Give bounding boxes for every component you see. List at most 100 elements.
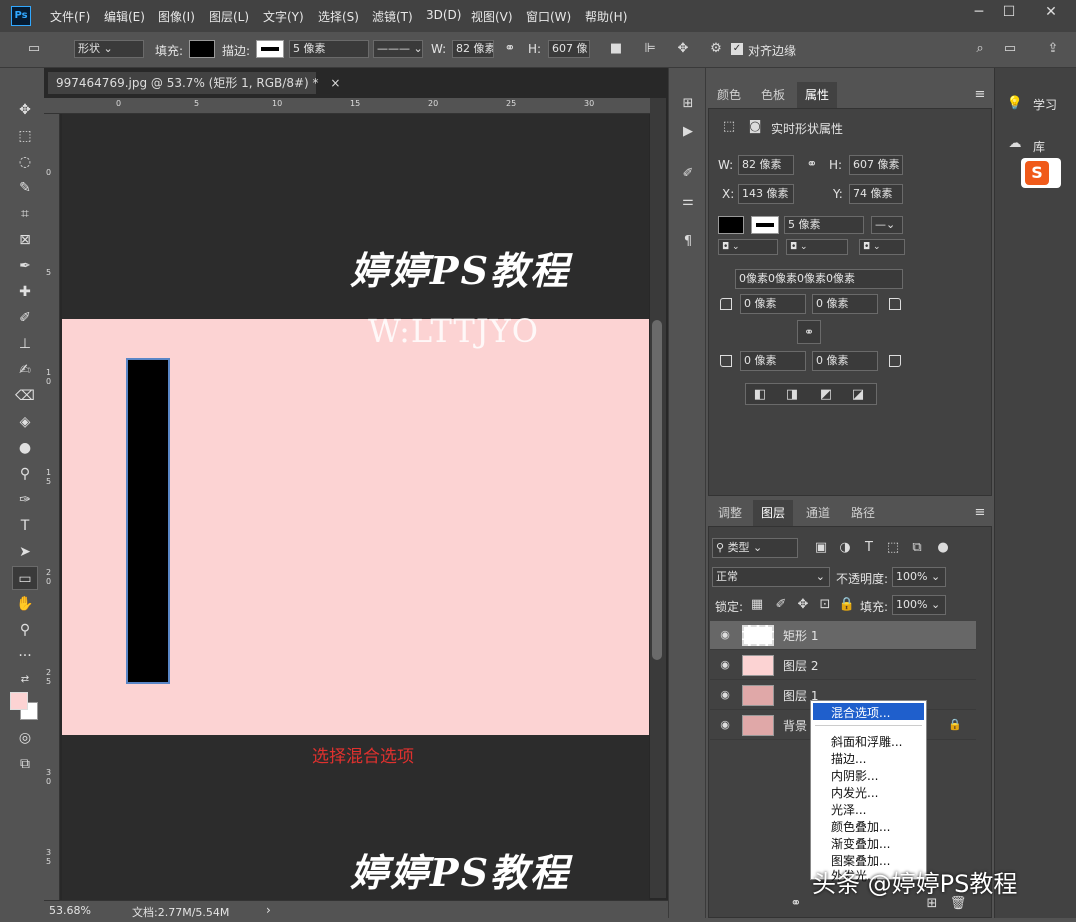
- history-brush-tool-icon[interactable]: ✍: [12, 358, 38, 382]
- share-icon[interactable]: ⇪: [1043, 39, 1063, 59]
- menu-3d[interactable]: 3D(D): [426, 8, 461, 22]
- tab-channels[interactable]: 通道: [798, 500, 838, 526]
- fill-input[interactable]: 100% ⌄: [892, 595, 946, 615]
- prop-stroke-type-select[interactable]: —⌄: [871, 216, 903, 234]
- learn-label[interactable]: 学习: [1033, 96, 1057, 113]
- lock-all-icon[interactable]: 🔒: [837, 595, 857, 615]
- dodge-tool-icon[interactable]: ⚲: [12, 462, 38, 486]
- align-edges-checkbox[interactable]: ✓: [731, 43, 743, 55]
- marquee-tool-icon[interactable]: ⬚: [12, 124, 38, 148]
- filter-type-icon[interactable]: T: [859, 538, 879, 558]
- healing-tool-icon[interactable]: ✚: [12, 280, 38, 304]
- tab-color[interactable]: 颜色: [709, 82, 749, 108]
- gear-icon[interactable]: ⚙: [706, 39, 726, 59]
- filter-toggle-icon[interactable]: ●: [933, 538, 953, 558]
- ctx-bevel-emboss[interactable]: 斜面和浮雕...: [831, 733, 902, 750]
- exclude-shape-icon[interactable]: ◪: [848, 385, 868, 405]
- move-tool-icon[interactable]: ✥: [12, 98, 38, 122]
- corner-radius-all-input[interactable]: 0像素0像素0像素0像素: [735, 269, 903, 289]
- path-arrangement-icon[interactable]: ✥: [673, 39, 693, 59]
- document-tab[interactable]: 997464769.jpg @ 53.7% (矩形 1, RGB/8#) * ×: [48, 72, 340, 94]
- layer-filter-select[interactable]: ⚲ 类型 ⌄: [712, 538, 798, 558]
- prop-height-input[interactable]: 607 像素: [849, 155, 903, 175]
- stamp-tool-icon[interactable]: ⊥: [12, 332, 38, 356]
- link-icon[interactable]: ⚭: [500, 39, 520, 59]
- tab-paths[interactable]: 路径: [843, 500, 883, 526]
- eraser-tool-icon[interactable]: ⌫: [12, 384, 38, 408]
- swap-colors-icon[interactable]: ⇄: [12, 668, 38, 692]
- stroke-swatch[interactable]: [256, 40, 284, 58]
- history-icon[interactable]: ⊞: [678, 94, 698, 114]
- ctx-satin[interactable]: 光泽...: [831, 801, 866, 818]
- frame-tool-icon[interactable]: ⊠: [12, 228, 38, 252]
- crop-tool-icon[interactable]: ⌗: [12, 202, 38, 226]
- ctx-stroke[interactable]: 描边...: [831, 750, 866, 767]
- status-menu-arrow[interactable]: ›: [266, 903, 271, 917]
- brush-tool-icon[interactable]: ✐: [12, 306, 38, 330]
- tab-layers[interactable]: 图层: [753, 500, 794, 526]
- play-icon[interactable]: ▶: [678, 122, 698, 142]
- menu-select[interactable]: 选择(S): [318, 8, 359, 25]
- height-input[interactable]: 607 像: [548, 40, 590, 58]
- blend-mode-select[interactable]: 正常 ⌄: [712, 567, 830, 587]
- link-icon[interactable]: ⚭: [802, 155, 822, 175]
- library-label[interactable]: 库: [1033, 138, 1045, 155]
- more-tools-icon[interactable]: ···: [12, 644, 38, 668]
- filter-pixel-icon[interactable]: ▣: [811, 538, 831, 558]
- ctx-color-overlay[interactable]: 颜色叠加...: [831, 818, 890, 835]
- zoom-tool-icon[interactable]: ⚲: [12, 618, 38, 642]
- prop-y-input[interactable]: 74 像素: [849, 184, 903, 204]
- link-layers-icon[interactable]: ⚭: [786, 894, 806, 914]
- shape-mode-select[interactable]: 形状 ⌄: [74, 40, 144, 58]
- filter-adjustment-icon[interactable]: ◑: [835, 538, 855, 558]
- lock-pixels-icon[interactable]: ✐: [771, 595, 791, 615]
- stroke-cap-select[interactable]: ◘ ⌄: [786, 239, 848, 255]
- eye-icon[interactable]: ◉: [718, 658, 732, 672]
- menu-layer[interactable]: 图层(L): [209, 8, 249, 25]
- menu-view[interactable]: 视图(V): [471, 8, 513, 25]
- menu-file[interactable]: 文件(F): [50, 8, 90, 25]
- tab-adjustments[interactable]: 调整: [710, 500, 750, 526]
- eyedropper-tool-icon[interactable]: ✒: [12, 254, 38, 278]
- rectangle-shape[interactable]: [126, 358, 170, 684]
- search-icon[interactable]: ⌕: [970, 39, 990, 59]
- adjust-icon[interactable]: ⚌: [678, 192, 698, 212]
- layer-row[interactable]: ◉ 图层 2: [710, 651, 976, 680]
- corner-br-input[interactable]: 0 像素: [812, 351, 878, 371]
- ctx-inner-glow[interactable]: 内发光...: [831, 784, 878, 801]
- eye-icon[interactable]: ◉: [718, 688, 732, 702]
- menu-image[interactable]: 图像(I): [158, 8, 195, 25]
- intersect-shape-icon[interactable]: ◩: [816, 385, 836, 405]
- prop-stroke-swatch[interactable]: [751, 216, 779, 234]
- quick-mask-icon[interactable]: ◎: [12, 726, 38, 750]
- paint-bucket-tool-icon[interactable]: ◈: [12, 410, 38, 434]
- close-button[interactable]: ✕: [1036, 2, 1066, 22]
- foreground-color-swatch[interactable]: [10, 692, 28, 710]
- stroke-type-select[interactable]: ——— ⌄: [373, 40, 423, 58]
- menu-help[interactable]: 帮助(H): [585, 8, 627, 25]
- corner-bl-input[interactable]: 0 像素: [740, 351, 806, 371]
- close-icon[interactable]: ×: [330, 76, 340, 90]
- ctx-blending-options[interactable]: 混合选项...: [831, 704, 890, 721]
- menu-window[interactable]: 窗口(W): [526, 8, 571, 25]
- layer-row[interactable]: ◉ 矩形 1: [710, 621, 976, 650]
- panel-menu-icon[interactable]: ≡: [970, 85, 990, 105]
- subtract-shape-icon[interactable]: ◨: [782, 385, 802, 405]
- brush-settings-icon[interactable]: ✐: [678, 164, 698, 184]
- corner-tr-input[interactable]: 0 像素: [812, 294, 878, 314]
- stroke-corner-select[interactable]: ◘ ⌄: [859, 239, 905, 255]
- scrollbar-thumb[interactable]: [652, 320, 662, 660]
- path-select-tool-icon[interactable]: ➤: [12, 540, 38, 564]
- minimize-button[interactable]: ─: [964, 2, 994, 22]
- menu-edit[interactable]: 编辑(E): [104, 8, 145, 25]
- lock-position-icon[interactable]: ✥: [793, 595, 813, 615]
- ctx-gradient-overlay[interactable]: 渐变叠加...: [831, 835, 890, 852]
- zoom-level[interactable]: 53.68%: [49, 904, 91, 917]
- screen-mode-icon[interactable]: ⧉: [12, 752, 38, 776]
- panel-menu-icon[interactable]: ≡: [970, 503, 990, 523]
- eye-icon[interactable]: ◉: [718, 718, 732, 732]
- lock-artboard-icon[interactable]: ⊡: [815, 595, 835, 615]
- tab-properties[interactable]: 属性: [797, 82, 838, 108]
- rectangle-tool-preset-icon[interactable]: ▭: [24, 39, 44, 59]
- stroke-size-input[interactable]: 5 像素: [289, 40, 369, 58]
